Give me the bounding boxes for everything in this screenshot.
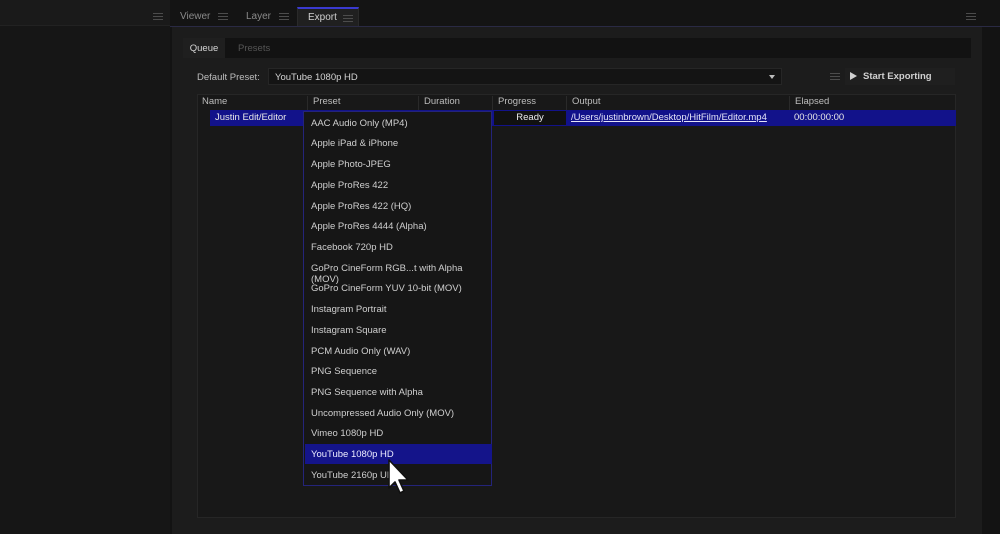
tab-layer-label: Layer [246, 11, 272, 22]
mouse-pointer-icon [388, 459, 409, 494]
row-progress-status: Ready [494, 111, 566, 125]
panel-tab-bar: Viewer Layer Export [170, 0, 1000, 27]
export-subtabs: Queue Presets [183, 38, 971, 58]
left-panel [0, 0, 170, 534]
row-name: Justin Edit/Editor [215, 112, 287, 123]
tab-viewer-label: Viewer [180, 11, 211, 22]
panel-menu-icon[interactable] [153, 13, 163, 20]
preset-option[interactable]: AAC Audio Only (MP4) [305, 113, 492, 133]
preset-option[interactable]: GoPro CineForm YUV 10-bit (MOV) [305, 278, 492, 298]
tab-export-label: Export [308, 12, 337, 23]
preset-option[interactable]: Instagram Portrait [305, 299, 492, 319]
default-preset-label: Default Preset: [197, 72, 260, 83]
queue-menu-icon[interactable] [830, 73, 840, 80]
preset-option[interactable]: Instagram Square [305, 320, 492, 340]
preset-option[interactable]: PNG Sequence with Alpha [305, 382, 492, 402]
chevron-down-icon [769, 75, 775, 79]
preset-option[interactable]: GoPro CineForm RGB...t with Alpha (MOV) [305, 258, 492, 285]
tab-viewer-menu-icon[interactable] [218, 13, 228, 20]
preset-option[interactable]: PNG Sequence [305, 361, 492, 381]
preset-option[interactable]: Apple Photo-JPEG [305, 154, 492, 174]
start-exporting-label: Start Exporting [863, 71, 932, 82]
tab-queue[interactable]: Queue [183, 38, 225, 58]
tab-presets[interactable]: Presets [238, 38, 270, 58]
preset-option[interactable]: Apple ProRes 422 [305, 175, 492, 195]
tab-viewer[interactable]: Viewer [170, 7, 230, 26]
column-header-output[interactable]: Output [567, 96, 790, 110]
preset-option[interactable]: Apple iPad & iPhone [305, 133, 492, 153]
column-header-duration[interactable]: Duration [419, 96, 493, 110]
start-exporting-button[interactable]: Start Exporting [845, 68, 955, 85]
row-output-link[interactable]: /Users/justinbrown/Desktop/HitFilm/Edito… [571, 112, 767, 123]
column-header-elapsed[interactable]: Elapsed [790, 96, 956, 110]
column-header-preset[interactable]: Preset [308, 96, 419, 110]
tab-export-menu-icon[interactable] [343, 15, 353, 22]
left-panel-header [0, 0, 170, 26]
preset-option[interactable]: Apple ProRes 422 (HQ) [305, 196, 492, 216]
column-header-progress[interactable]: Progress [493, 96, 567, 110]
default-preset-value: YouTube 1080p HD [275, 72, 358, 83]
preset-dropdown-list[interactable]: AAC Audio Only (MP4) Apple iPad & iPhone… [303, 111, 492, 486]
tab-layer[interactable]: Layer [236, 7, 296, 26]
tab-export[interactable]: Export [297, 7, 359, 26]
preset-option[interactable]: Uncompressed Audio Only (MOV) [305, 403, 492, 423]
default-preset-select[interactable]: YouTube 1080p HD [268, 68, 782, 85]
play-icon [850, 72, 857, 80]
panel-menu-icon[interactable] [966, 13, 976, 20]
preset-option[interactable]: Facebook 720p HD [305, 237, 492, 257]
tab-layer-menu-icon[interactable] [279, 13, 289, 20]
column-header-name[interactable]: Name [197, 96, 308, 110]
preset-option[interactable]: PCM Audio Only (WAV) [305, 341, 492, 361]
row-elapsed: 00:00:00:00 [794, 112, 845, 123]
preset-option[interactable]: Vimeo 1080p HD [305, 423, 492, 443]
preset-option[interactable]: Apple ProRes 4444 (Alpha) [305, 216, 492, 236]
